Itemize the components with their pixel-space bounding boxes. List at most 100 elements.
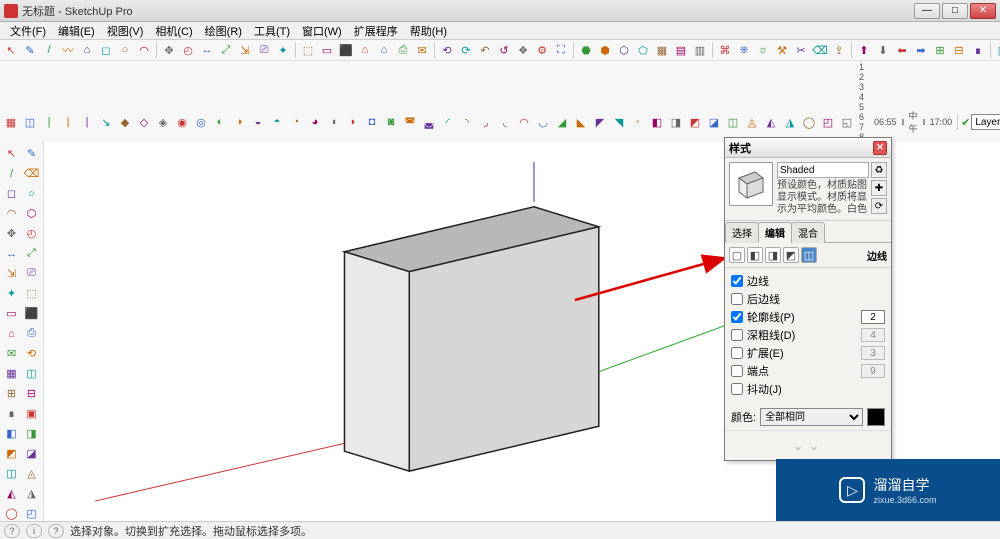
toolbar-button[interactable]: ⟲ [438, 41, 456, 59]
toolbar-button[interactable]: ☼ [754, 41, 772, 59]
toolbar-button[interactable]: | [59, 113, 77, 131]
menu-file[interactable]: 文件(F) [4, 23, 52, 39]
tab-edit[interactable]: 编辑 [758, 222, 792, 243]
toolbar-button[interactable]: ⇪ [830, 41, 848, 59]
toolbar-button[interactable]: ◜ [439, 113, 457, 131]
menu-draw[interactable]: 绘图(R) [199, 23, 248, 39]
toolbar-button[interactable]: ◰ [819, 113, 837, 131]
toolbar-button[interactable]: ◆ [116, 113, 134, 131]
toolbar-button[interactable]: 〰 [59, 41, 77, 59]
toolbar-button[interactable]: ⬠ [634, 41, 652, 59]
dialog-resize-handle[interactable]: ⌄⌄ [725, 430, 891, 460]
cat-watermark-icon[interactable]: ◩ [783, 247, 799, 263]
toolbar-button[interactable]: ✎ [21, 41, 39, 59]
chk-edges[interactable] [731, 275, 743, 287]
maximize-button[interactable]: □ [942, 3, 968, 19]
tool-button[interactable]: ✉ [2, 344, 21, 363]
toolbar-button[interactable]: ◉ [173, 113, 191, 131]
tool-button[interactable]: / [2, 164, 21, 183]
toolbar-button[interactable]: ◫ [724, 113, 742, 131]
tool-button[interactable]: ✥ [2, 224, 21, 243]
toolbar-button[interactable]: ◠ [135, 41, 153, 59]
toolbar-button[interactable]: ◩ [686, 113, 704, 131]
toolbar-button[interactable]: ◣ [572, 113, 590, 131]
toolbar-button[interactable]: ◢ [553, 113, 571, 131]
toolbar-button[interactable]: ◪ [705, 113, 723, 131]
toolbar-button[interactable]: ⛶ [552, 41, 570, 59]
tool-button[interactable]: ⎙ [22, 324, 41, 343]
chk-back-edges[interactable] [731, 293, 743, 305]
cat-face-icon[interactable]: ◧ [747, 247, 763, 263]
toolbar-button[interactable]: ↶ [476, 41, 494, 59]
toolbar-button[interactable]: ⬢ [596, 41, 614, 59]
toolbar-button[interactable]: ◙ [382, 113, 400, 131]
tool-button[interactable]: ◮ [22, 484, 41, 503]
toolbar-button[interactable]: ◕ [306, 113, 324, 131]
toolbar-button[interactable]: ◴ [179, 41, 197, 59]
toolbar-button[interactable]: ◨ [667, 113, 685, 131]
cat-bg-icon[interactable]: ◨ [765, 247, 781, 263]
toolbar-button[interactable]: ↔ [198, 41, 216, 59]
tool-button[interactable]: ✦ [2, 284, 21, 303]
tool-button[interactable]: ○ [22, 184, 41, 203]
toolbar-button[interactable]: ◘ [363, 113, 381, 131]
toolbar-button[interactable]: / [40, 41, 58, 59]
toolbar-button[interactable]: ▭ [318, 41, 336, 59]
tool-button[interactable]: ◫ [2, 464, 21, 483]
toolbar-button[interactable]: ◯ [800, 113, 818, 131]
toolbar-button[interactable]: ➡ [912, 41, 930, 59]
toolbar-button[interactable]: ◡ [534, 113, 552, 131]
tool-button[interactable]: ◬ [22, 464, 41, 483]
style-refresh-button[interactable]: ⟳ [871, 198, 887, 214]
toolbar-button[interactable]: ◭ [762, 113, 780, 131]
toolbar-button[interactable]: ⌂ [78, 41, 96, 59]
menu-edit[interactable]: 编辑(E) [52, 23, 101, 39]
toolbar-button[interactable]: ⬡ [615, 41, 633, 59]
tool-button[interactable]: ▦ [2, 364, 21, 383]
chk-jitter[interactable] [731, 383, 743, 395]
toolbar-button[interactable]: ↖ [2, 41, 20, 59]
close-button[interactable]: ✕ [970, 3, 996, 19]
tool-button[interactable]: ⬡ [22, 204, 41, 223]
toolbar-button[interactable]: | [78, 113, 96, 131]
menu-tools[interactable]: 工具(T) [248, 23, 296, 39]
shadow-time-slider[interactable] [902, 119, 904, 125]
tool-button[interactable]: ◪ [22, 444, 41, 463]
tool-button[interactable]: ◻ [2, 184, 21, 203]
val-profiles[interactable] [861, 310, 885, 324]
tool-button[interactable]: ◩ [2, 444, 21, 463]
tool-button[interactable]: ⬚ [22, 284, 41, 303]
toolbar-button[interactable]: ⬇ [874, 41, 892, 59]
tool-button[interactable]: ⎚ [22, 264, 41, 283]
toolbar-button[interactable]: ◬ [743, 113, 761, 131]
toolbar-button[interactable]: ✉ [413, 41, 431, 59]
toolbar-button[interactable]: ◟ [496, 113, 514, 131]
chk-endpoints[interactable] [731, 365, 743, 377]
menu-ext[interactable]: 扩展程序 [348, 23, 404, 39]
toolbar-button[interactable]: ⌫ [811, 41, 829, 59]
color-mode-select[interactable]: 全部相同 [760, 408, 863, 426]
toolbar-button[interactable]: ◖ [325, 113, 343, 131]
toolbar-button[interactable]: ◐ [211, 113, 229, 131]
style-name-field[interactable]: Shaded [777, 162, 869, 178]
toolbar-button[interactable]: ◚ [401, 113, 419, 131]
toolbar-button[interactable]: ◫ [21, 113, 39, 131]
dialog-titlebar[interactable]: 样式 ✕ [725, 138, 891, 158]
dialog-close-button[interactable]: ✕ [873, 141, 887, 155]
layer-dropdown[interactable]: Layer0 [971, 114, 1000, 130]
toolbar-button[interactable]: ↺ [495, 41, 513, 59]
toolbar-button[interactable]: ⇲ [236, 41, 254, 59]
toolbar-button[interactable]: ⊟ [950, 41, 968, 59]
toolbar-button[interactable]: ⬣ [577, 41, 595, 59]
toolbar-button[interactable]: ⤢ [217, 41, 235, 59]
toolbar-button[interactable]: ◔ [287, 113, 305, 131]
toolbar-button[interactable]: ◱ [838, 113, 856, 131]
tool-button[interactable]: ▭ [2, 304, 21, 323]
toolbar-button[interactable]: ◎ [192, 113, 210, 131]
tool-button[interactable]: ✎ [22, 144, 41, 163]
tool-button[interactable]: ∎ [2, 404, 21, 423]
toolbar-button[interactable]: ⬅ [893, 41, 911, 59]
toolbar-button[interactable]: ◛ [420, 113, 438, 131]
toolbar-button[interactable]: ▥ [691, 41, 709, 59]
toolbar-button[interactable]: ▣ [994, 41, 1000, 59]
